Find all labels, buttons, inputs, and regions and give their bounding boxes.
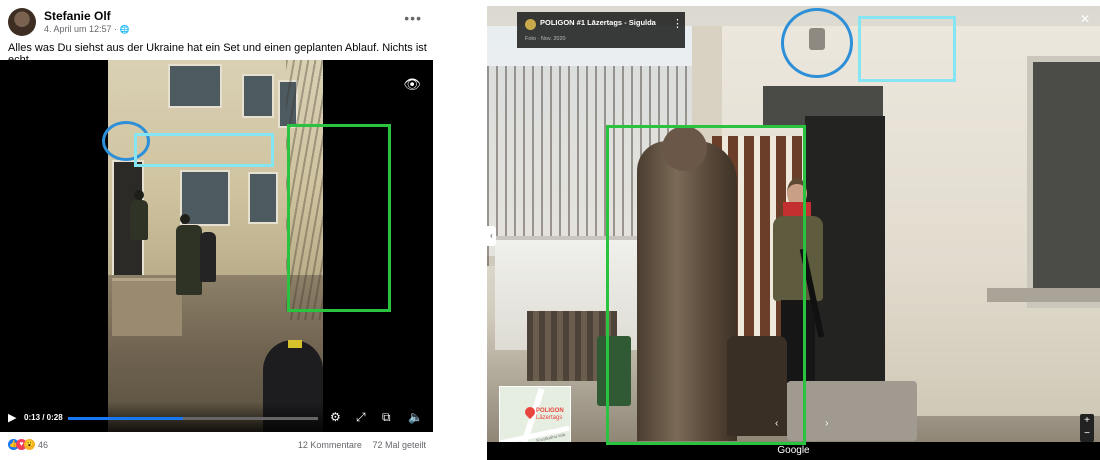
soldier-figure (176, 225, 202, 295)
reactions[interactable]: 👍 ♥ 😮 46 (8, 439, 49, 451)
cyan-box-marker (858, 16, 956, 82)
window-sill (987, 288, 1100, 302)
play-icon[interactable]: ▶ (8, 411, 16, 424)
stairs (112, 278, 182, 336)
window (248, 172, 278, 224)
video-timecode: 0:13 / 0:28 (24, 413, 63, 422)
post-date-text: 4. April um 12:57 · (44, 24, 120, 34)
soldier-head (180, 214, 190, 224)
video-progress-bar[interactable] (68, 417, 318, 420)
blue-circle-marker (781, 8, 853, 78)
globe-icon: 🌐 (119, 25, 130, 34)
more-options-icon[interactable]: ••• (404, 10, 422, 26)
fullscreen-icon[interactable]: ⤢ (356, 410, 366, 425)
zoom-out-button[interactable]: − (1080, 427, 1094, 440)
yellow-armband (288, 340, 302, 348)
zoom-in-button[interactable]: + (1080, 414, 1094, 427)
map-place-label: POLIGON (536, 408, 564, 414)
close-icon[interactable]: ✕ (1080, 12, 1090, 26)
zoom-controls: + − (1080, 414, 1094, 442)
window (242, 74, 274, 118)
wow-icon: 😮 (24, 439, 35, 451)
post-footer: 👍 ♥ 😮 46 12 Kommentare 72 Mal geteilt (8, 438, 432, 454)
volume-icon[interactable]: 🔈 (408, 410, 423, 424)
window (168, 64, 222, 108)
building-window (1027, 56, 1100, 308)
soldier-head (134, 190, 144, 200)
collapse-panel-icon[interactable]: ‹ (487, 226, 496, 246)
soldier-figure (200, 232, 216, 282)
comments-count[interactable]: 12 Kommentare (298, 440, 362, 450)
avatar[interactable] (8, 8, 36, 36)
more-vertical-icon[interactable]: ⋮ (672, 17, 683, 30)
low-wall (787, 381, 917, 441)
soldier-figure (130, 200, 148, 240)
author-name[interactable]: Stefanie Olf (44, 9, 111, 23)
settings-icon[interactable]: ⚙ (330, 410, 341, 424)
shares-count[interactable]: 72 Mal geteilt (372, 440, 426, 450)
map-place-label-line2: Lāzertags (536, 415, 563, 421)
post-header: Stefanie Olf 4. April um 12:57 · 🌐 ••• (8, 8, 432, 38)
video-progress-fill (68, 417, 183, 420)
picture-in-picture-icon[interactable]: ⧉ (382, 410, 391, 425)
engagement-stats: 12 Kommentare 72 Mal geteilt (290, 440, 426, 450)
place-title[interactable]: POLIGON #1 Lāzertags - Sigulda (540, 18, 656, 27)
green-box-marker (606, 125, 806, 445)
post-date[interactable]: 4. April um 12:57 · 🌐 (44, 24, 130, 34)
video-controls: ▶ 0:13 / 0:28 ⚙ ⤢ ⧉ 🔈 (0, 402, 433, 432)
cyan-box-marker (134, 133, 274, 167)
photo-date: Foto · Nov. 2020 (525, 36, 566, 42)
green-box-marker (287, 124, 391, 312)
facebook-post: Stefanie Olf 4. April um 12:57 · 🌐 ••• A… (0, 0, 440, 460)
place-avatar-icon (525, 19, 536, 30)
eye-icon[interactable]: 👁 (403, 76, 421, 93)
place-info-card[interactable]: POLIGON #1 Lāzertags - Sigulda Foto · No… (517, 12, 685, 48)
reactions-count: 46 (38, 439, 49, 450)
